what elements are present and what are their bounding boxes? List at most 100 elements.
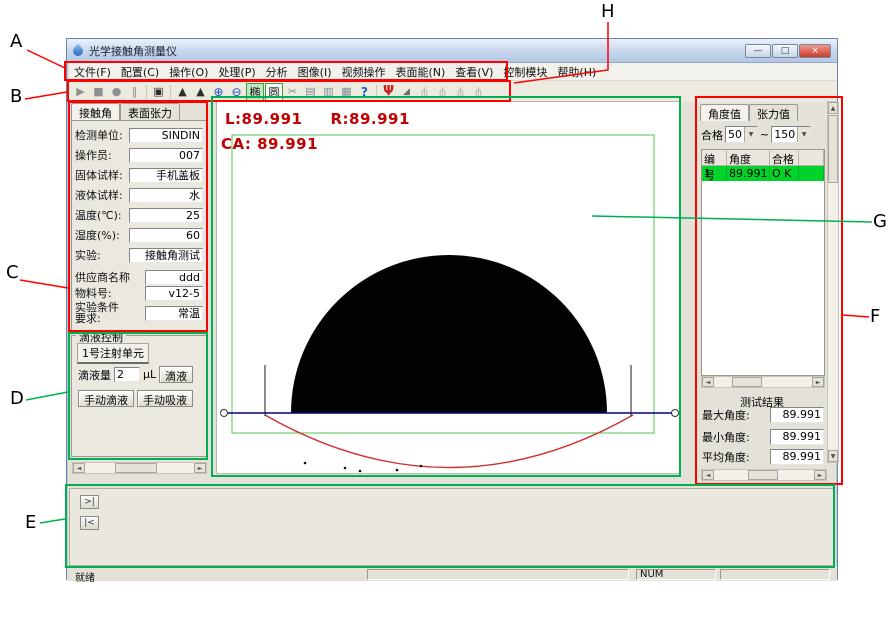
angle-tool-3-icon[interactable]: ⋔	[452, 83, 469, 100]
operator-input[interactable]: 007	[129, 148, 203, 163]
cut-icon[interactable]: ✂	[284, 83, 301, 100]
dropdown-arrow-icon[interactable]: ▼	[744, 127, 757, 142]
scroll-thumb[interactable]	[115, 463, 157, 473]
toolbar-separator	[376, 85, 377, 99]
annotation-letter-g: G	[873, 211, 887, 232]
field-row: 供应商名称 ddd	[75, 269, 203, 285]
tab-contact-angle[interactable]: 接触角	[71, 103, 120, 120]
drop-volume-input[interactable]: 2	[114, 367, 140, 382]
pause-icon[interactable]: ‖	[126, 83, 143, 100]
maximize-button[interactable]: □	[772, 44, 798, 58]
scroll-right-icon[interactable]: ►	[814, 470, 826, 480]
baseline-handle-left[interactable]	[221, 410, 228, 417]
supplier-input[interactable]: ddd	[145, 270, 203, 285]
humidity-input[interactable]: 60	[129, 228, 203, 243]
tab-surface-tension[interactable]: 表面张力	[120, 103, 180, 120]
menu-bar: 文件(F) 配置(C) 操作(O) 处理(P) 分析 图像(I) 视频操作 表面…	[69, 63, 837, 81]
angle-tool-2-icon[interactable]: ⋔	[434, 83, 451, 100]
table-row[interactable]: 1 89.991 O K	[702, 166, 824, 181]
snapshot-left-icon[interactable]: ▲	[174, 83, 191, 100]
circle-fit-button[interactable]: 圆	[265, 83, 283, 101]
max-angle-combobox[interactable]: 150 ▼	[771, 126, 811, 143]
frame-icon[interactable]: ▣	[150, 83, 167, 100]
annotation-line-c	[20, 280, 68, 288]
scroll-right-icon[interactable]: ►	[812, 377, 824, 387]
detect-unit-input[interactable]: SINDIN	[129, 128, 203, 143]
title-bar: 光学接触角测量仪 — □ ×	[67, 39, 837, 63]
paste-icon[interactable]: ▥	[320, 83, 337, 100]
ellipse-fit-button[interactable]: 椭	[246, 83, 264, 101]
menu-analyze[interactable]: 分析	[261, 64, 293, 80]
field-row: 液体试样: 水	[75, 185, 203, 205]
max-angle-result: 89.991	[770, 407, 824, 423]
fit-curve	[265, 415, 633, 468]
menu-config[interactable]: 配置(C)	[116, 64, 164, 80]
solid-sample-input[interactable]: 手机盖板	[129, 168, 203, 183]
scroll-down-icon[interactable]: ▼	[828, 450, 838, 462]
dispense-button[interactable]: 滴液	[159, 366, 193, 383]
max-angle-value: 150	[772, 127, 797, 142]
hand-tool-icon[interactable]: Ψ	[380, 83, 397, 100]
menu-surface-energy[interactable]: 表面能(N)	[390, 64, 450, 80]
temperature-input[interactable]: 25	[129, 208, 203, 223]
left-panel-hscrollbar[interactable]: ◄ ►	[72, 462, 207, 474]
col-partial	[799, 150, 824, 166]
menu-image[interactable]: 图像(I)	[293, 64, 337, 80]
manual-dispense-button[interactable]: 手动滴液	[78, 390, 134, 407]
menu-process[interactable]: 处理(P)	[213, 64, 260, 80]
baseline-circle-icon[interactable]: ⊖	[228, 83, 245, 100]
tab-angle-values[interactable]: 角度值	[700, 104, 749, 121]
results-vscrollbar[interactable]: ▲ ▼	[827, 101, 839, 463]
condition-input[interactable]: 常温	[145, 306, 203, 321]
log-panel: >| |<	[69, 488, 835, 566]
field-row: 温度(℃): 25	[75, 205, 203, 225]
dropdown-arrow-icon[interactable]: ▼	[797, 127, 810, 142]
scroll-left-icon[interactable]: ◄	[73, 463, 85, 473]
injection-unit-tab[interactable]: 1号注射单元	[77, 343, 149, 364]
min-angle-combobox[interactable]: 50 ▼	[725, 126, 758, 143]
results-hscrollbar[interactable]: ◄ ►	[701, 469, 827, 481]
scroll-left-icon[interactable]: ◄	[702, 470, 714, 480]
print-icon[interactable]: ▦	[338, 83, 355, 100]
menu-help[interactable]: 帮助(H)	[552, 64, 601, 80]
menu-operate[interactable]: 操作(O)	[164, 64, 213, 80]
step-forward-button[interactable]: >|	[80, 495, 99, 509]
experiment-input[interactable]: 接触角测试	[129, 248, 203, 263]
baseline-handle-right[interactable]	[672, 410, 679, 417]
menu-view[interactable]: 查看(V)	[450, 64, 498, 80]
results-tabs: 角度值 张力值	[700, 104, 798, 121]
scroll-right-icon[interactable]: ►	[194, 463, 206, 473]
scroll-thumb[interactable]	[828, 115, 838, 183]
minimize-button[interactable]: —	[745, 44, 771, 58]
crosshair-icon[interactable]: ⊕	[210, 83, 227, 100]
drop-volume-label: 滴液量	[78, 367, 111, 383]
scroll-thumb[interactable]	[748, 470, 778, 480]
stop-icon[interactable]: ■	[90, 83, 107, 100]
field-label: 固体试样:	[75, 167, 123, 183]
annotation-line-a	[27, 50, 65, 68]
angle-tool-1-icon[interactable]: ⋔	[416, 83, 433, 100]
liquid-sample-input[interactable]: 水	[129, 188, 203, 203]
snapshot-right-icon[interactable]: ▲	[192, 83, 209, 100]
menu-control-module[interactable]: 控制模块	[498, 64, 552, 80]
menu-video-operate[interactable]: 视频操作	[336, 64, 390, 80]
scroll-track[interactable]	[85, 463, 194, 473]
step-back-button[interactable]: |<	[80, 516, 99, 530]
table-hscrollbar[interactable]: ◄ ►	[701, 376, 825, 388]
copy-icon[interactable]: ▤	[302, 83, 319, 100]
scroll-thumb[interactable]	[732, 377, 762, 387]
angle-tool-4-icon[interactable]: ⋔	[470, 83, 487, 100]
manual-suction-button[interactable]: 手动吸液	[137, 390, 193, 407]
wedge-icon[interactable]: ◢	[398, 83, 415, 100]
play-icon[interactable]: ▶	[72, 83, 89, 100]
tab-tension-values[interactable]: 张力值	[749, 104, 798, 121]
material-no-input[interactable]: v12-5	[145, 286, 203, 301]
scroll-up-icon[interactable]: ▲	[828, 102, 838, 114]
menu-file[interactable]: 文件(F)	[69, 64, 116, 80]
scroll-left-icon[interactable]: ◄	[702, 377, 714, 387]
record-icon[interactable]: ●	[108, 83, 125, 100]
close-button[interactable]: ×	[799, 44, 831, 58]
help-icon[interactable]: ?	[356, 83, 373, 100]
scroll-track[interactable]	[714, 377, 812, 387]
scroll-track[interactable]	[714, 470, 814, 480]
